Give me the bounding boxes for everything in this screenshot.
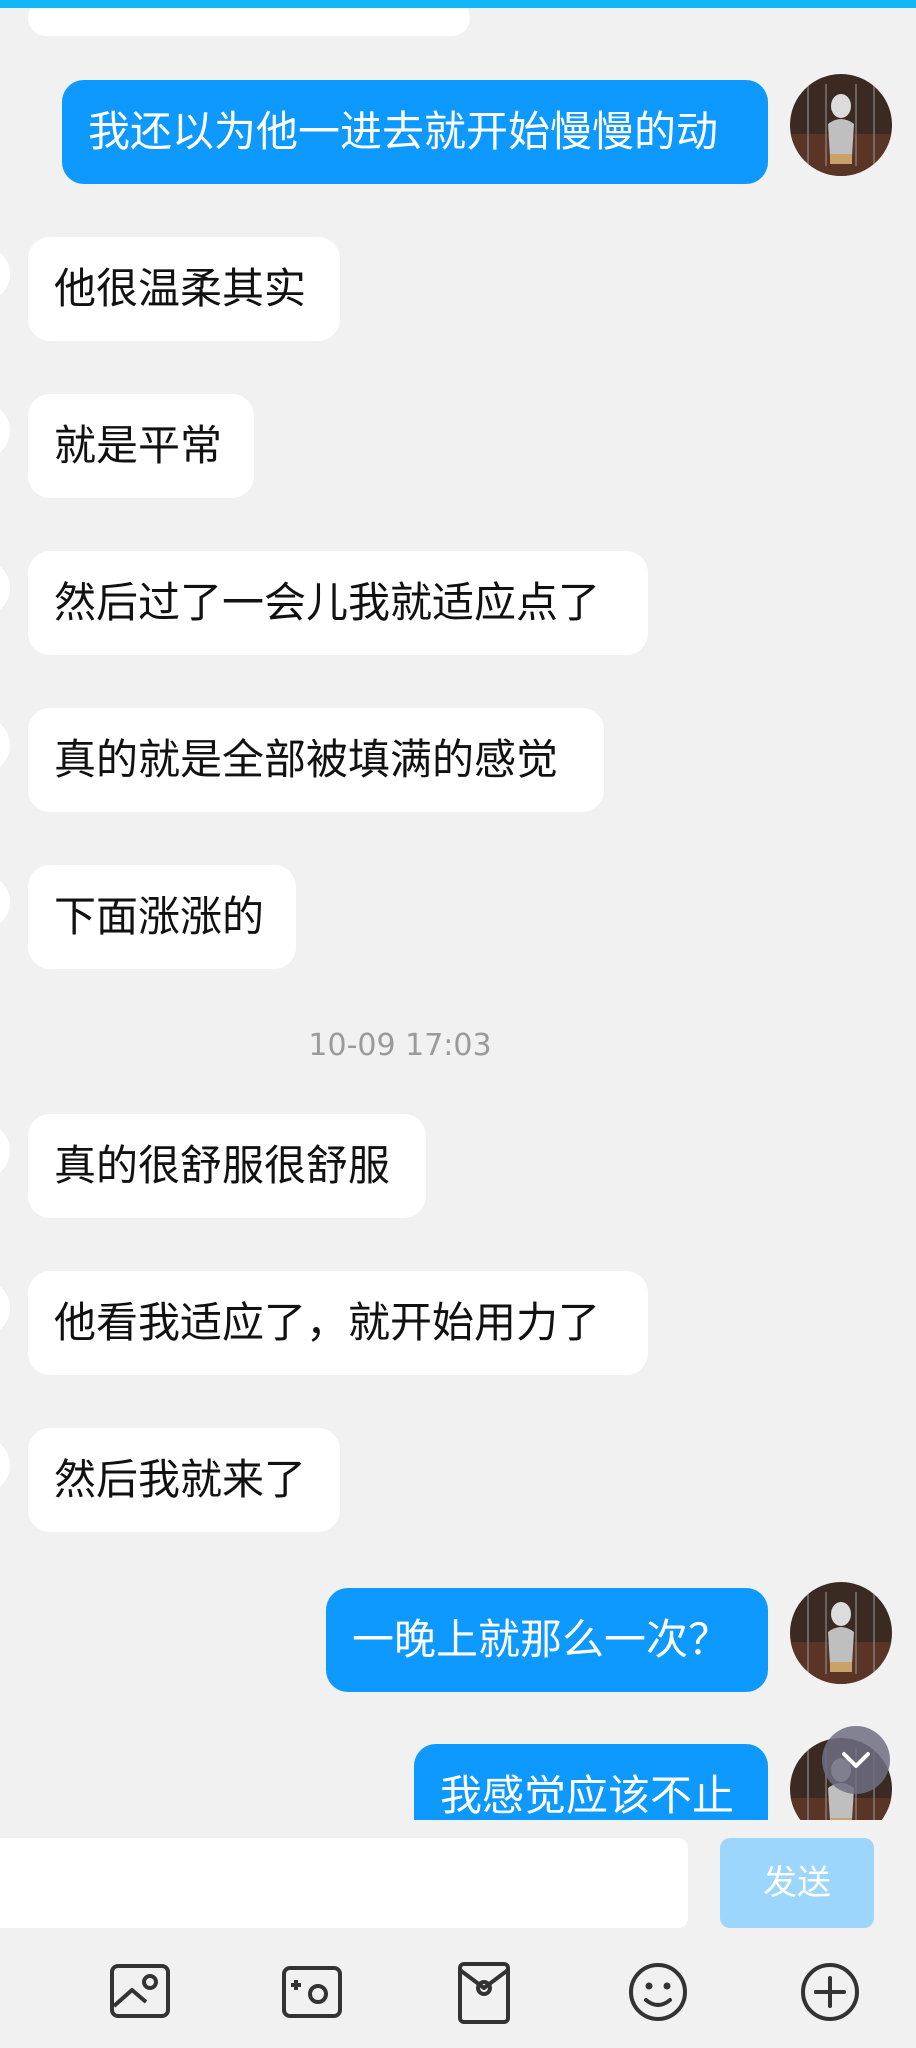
camera-icon (282, 1966, 342, 2018)
sender-avatar-partial[interactable] (0, 717, 10, 773)
message-bubble-incoming[interactable]: 下面涨涨的 (28, 865, 296, 969)
scroll-to-bottom-button[interactable] (822, 1726, 890, 1794)
message-bubble-incoming[interactable]: 就是平常 (28, 394, 254, 498)
message-bubble-outgoing[interactable]: 我还以为他一进去就开始慢慢的动 (62, 80, 768, 184)
sender-avatar-partial[interactable] (0, 1437, 10, 1493)
sender-avatar-partial[interactable] (0, 246, 10, 302)
avatar[interactable] (790, 74, 892, 176)
sender-avatar-partial[interactable] (0, 1280, 10, 1336)
message-bubble-incoming[interactable]: 他看我适应了，就开始用力了 (28, 1271, 648, 1375)
avatar[interactable] (790, 1582, 892, 1684)
red-packet-icon (458, 1962, 510, 2024)
message-bubble-incoming[interactable]: 真的就是全部被填满的感觉 (28, 708, 604, 812)
partial-message-bubble (28, 8, 470, 36)
send-button[interactable]: 发送 (720, 1838, 874, 1928)
message-bubble-incoming[interactable]: 他很温柔其实 (28, 237, 340, 341)
message-input-bar: 发送 (0, 1820, 916, 1936)
camera-button[interactable] (276, 1956, 348, 2028)
chevron-down-icon (842, 1752, 870, 1768)
sender-avatar-partial[interactable] (0, 1123, 10, 1179)
top-accent-bar (0, 0, 916, 8)
message-bubble-incoming[interactable]: 真的很舒服很舒服 (28, 1114, 426, 1218)
message-input[interactable] (0, 1838, 688, 1928)
more-button[interactable] (794, 1956, 866, 2028)
emoji-button[interactable] (622, 1956, 694, 2028)
message-bubble-outgoing[interactable]: 一晚上就那么一次？ (326, 1588, 768, 1692)
input-toolbar (0, 1936, 916, 2048)
chat-message-list[interactable]: 我还以为他一进去就开始慢慢的动 他很温柔其实 就是平常 然后过了一会儿我就适应点… (0, 8, 916, 1820)
sender-avatar-partial[interactable] (0, 403, 10, 459)
sender-avatar-partial[interactable] (0, 874, 10, 930)
emoji-icon (629, 1963, 687, 2021)
red-packet-button[interactable] (448, 1956, 520, 2028)
sender-avatar-partial[interactable] (0, 560, 10, 616)
message-timestamp: 10-09 17:03 (308, 1028, 492, 1063)
message-bubble-outgoing[interactable]: 我感觉应该不止 (414, 1744, 768, 1820)
message-bubble-incoming[interactable]: 然后我就来了 (28, 1428, 340, 1532)
plus-icon (801, 1963, 859, 2021)
image-icon (110, 1964, 170, 2018)
message-bubble-incoming[interactable]: 然后过了一会儿我就适应点了 (28, 551, 648, 655)
image-button[interactable] (104, 1956, 176, 2028)
